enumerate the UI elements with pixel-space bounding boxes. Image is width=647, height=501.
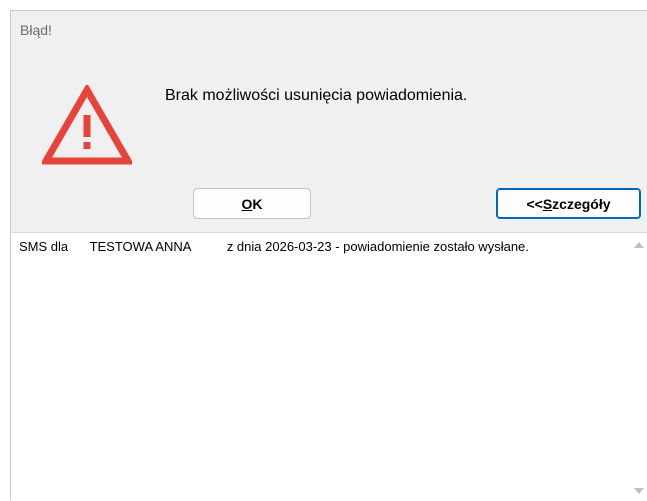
- error-message: Brak możliwości usunięcia powiadomienia.: [165, 87, 468, 104]
- scroll-down-arrow-icon[interactable]: [634, 488, 644, 494]
- ok-button-mnemonic: O: [241, 195, 253, 212]
- ok-button[interactable]: OK: [193, 188, 311, 219]
- details-toggle-button[interactable]: << Szczegóły: [496, 188, 641, 219]
- details-scrollbar[interactable]: [630, 233, 647, 501]
- details-button-label-rest: zczegóły: [552, 195, 611, 212]
- ok-button-label-rest: K: [252, 195, 263, 212]
- dialog-title: Błąd!: [20, 22, 52, 38]
- scroll-up-arrow-icon[interactable]: [634, 242, 644, 248]
- details-text: SMS dla TESTOWA ANNA z dnia 2026-03-23 -…: [19, 239, 529, 254]
- details-button-mnemonic: S: [542, 195, 553, 212]
- error-dialog: Błąd! Brak możliwości usunięcia powiadom…: [10, 10, 647, 501]
- details-button-prefix: <<: [526, 195, 543, 212]
- warning-triangle-icon: [42, 85, 132, 165]
- details-panel[interactable]: SMS dla TESTOWA ANNA z dnia 2026-03-23 -…: [11, 232, 647, 501]
